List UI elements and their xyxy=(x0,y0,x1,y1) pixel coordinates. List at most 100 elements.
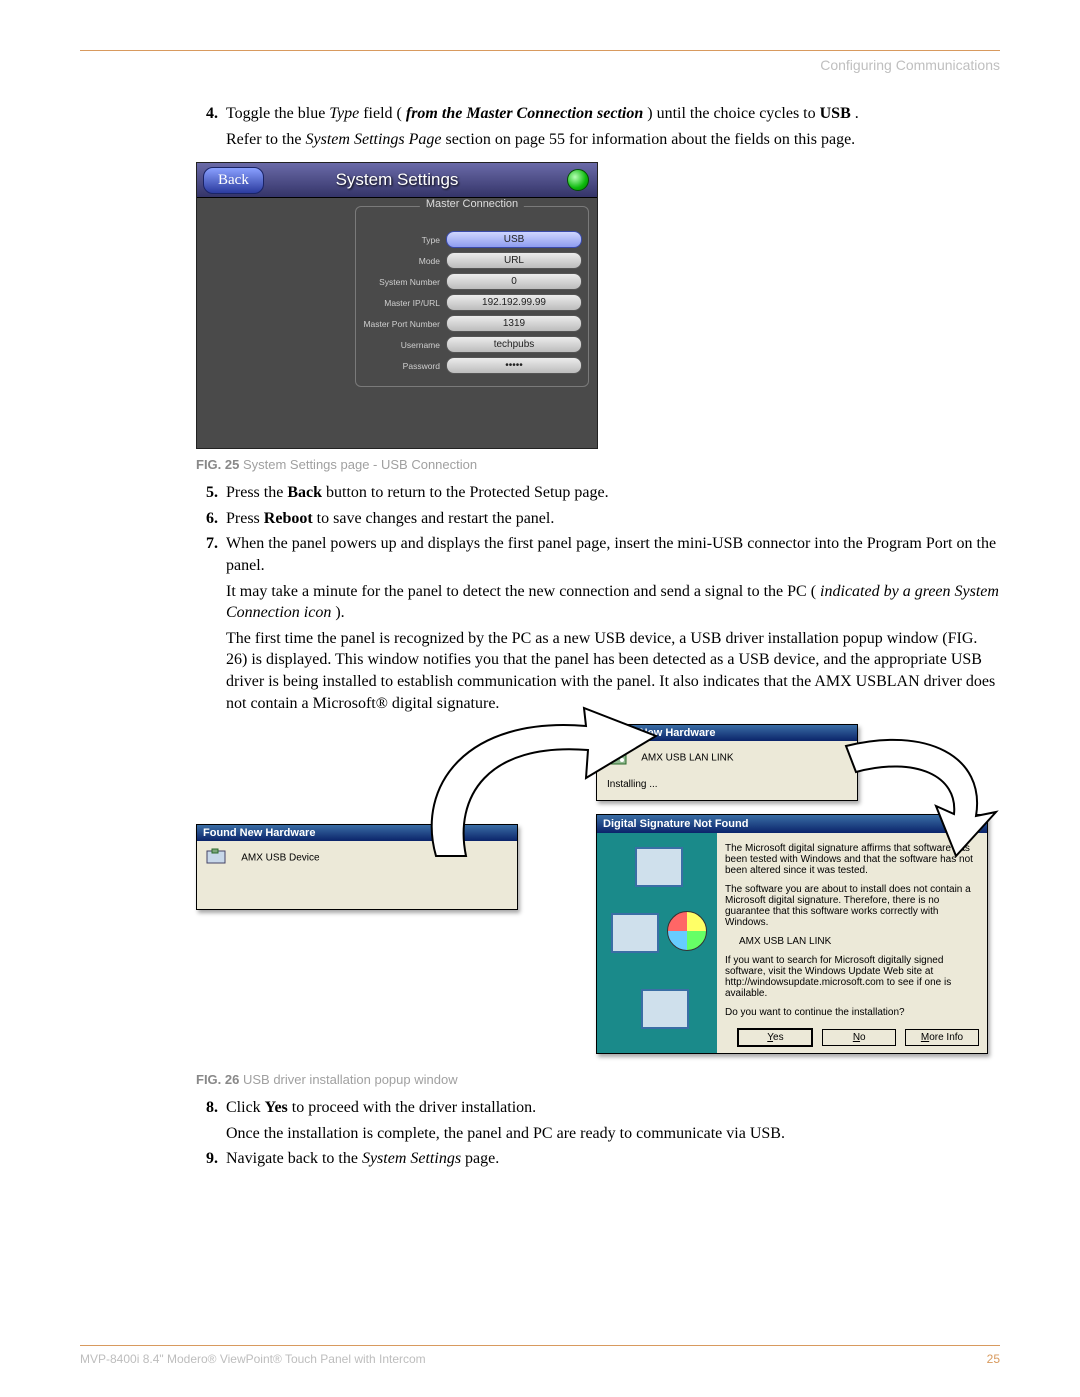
text: Refer to the xyxy=(226,131,306,148)
field-value[interactable]: 1319 xyxy=(446,315,582,332)
text: Once the installation is complete, the p… xyxy=(226,1123,1000,1145)
back-button[interactable]: Back xyxy=(203,167,264,194)
step-8: 8. Click Yes to proceed with the driver … xyxy=(190,1097,1000,1144)
dialog-text: If you want to search for Microsoft digi… xyxy=(725,955,979,999)
text: Type xyxy=(329,105,359,122)
step-number: 9. xyxy=(190,1148,226,1170)
text: Navigate back to the xyxy=(226,1150,362,1167)
step-number: 8. xyxy=(190,1097,226,1144)
field-row: ModeURL xyxy=(362,252,582,269)
status-text: Installing ... xyxy=(607,779,849,790)
more-info-button[interactable]: MMore Infoore Info xyxy=(905,1029,979,1046)
field-row: System Number0 xyxy=(362,273,582,290)
field-row: Master Port Number1319 xyxy=(362,315,582,332)
field-label: Mode xyxy=(362,256,446,266)
text: Back xyxy=(287,484,322,501)
field-row: Usernametechpubs xyxy=(362,336,582,353)
text: System Settings xyxy=(362,1150,461,1167)
title-text: Digital Signature Not Found xyxy=(603,818,748,830)
master-connection-group: Master Connection TypeUSBModeURLSystem N… xyxy=(355,206,589,387)
connection-status-icon xyxy=(567,169,589,191)
field-row: Master IP/URL192.192.99.99 xyxy=(362,294,582,311)
found-new-hardware-tooltip-2: Found New Hardware AMX USB Device xyxy=(196,824,518,910)
no-button[interactable]: NNoo xyxy=(822,1029,896,1046)
system-settings-panel: Back System Settings Master Connection T… xyxy=(196,162,598,449)
hardware-icon xyxy=(205,847,231,869)
figure-25: Back System Settings Master Connection T… xyxy=(196,162,596,449)
field-label: Password xyxy=(362,361,446,371)
device-name: AMX USB LAN LINK xyxy=(641,753,733,764)
caption-text: System Settings page - USB Connection xyxy=(239,457,477,472)
page-footer: MVP-8400i 8.4" Modero® ViewPoint® Touch … xyxy=(80,1345,1000,1366)
text: . xyxy=(855,105,859,122)
text: It may take a minute for the panel to de… xyxy=(226,583,816,600)
text: ). xyxy=(335,604,344,621)
field-label: Master IP/URL xyxy=(362,298,446,308)
window-title: Found New Hardware xyxy=(197,825,517,841)
field-value[interactable]: ••••• xyxy=(446,357,582,374)
dialog-text: The software you are about to install do… xyxy=(725,884,979,928)
text: button to return to the Protected Setup … xyxy=(326,484,609,501)
group-legend: Master Connection xyxy=(420,198,524,210)
step-9: 9. Navigate back to the System Settings … xyxy=(190,1148,1000,1170)
field-value[interactable]: 0 xyxy=(446,273,582,290)
step-number: 5. xyxy=(190,482,226,504)
footer-text: MVP-8400i 8.4" Modero® ViewPoint® Touch … xyxy=(80,1352,426,1366)
panel-titlebar: Back System Settings xyxy=(197,163,597,198)
page-number: 25 xyxy=(987,1352,1000,1366)
close-icon[interactable]: × xyxy=(965,817,981,831)
figure-26-caption: FIG. 26 USB driver installation popup wi… xyxy=(196,1072,1000,1087)
text: System Settings Page xyxy=(306,131,442,148)
step-7: 7. When the panel powers up and displays… xyxy=(190,533,1000,714)
yes-button[interactable]: YYeses xyxy=(737,1028,813,1047)
text: field ( xyxy=(363,105,402,122)
step-5: 5. Press the Back button to return to th… xyxy=(190,482,1000,504)
dialog-text: Do you want to continue the installation… xyxy=(725,1007,979,1018)
field-label: Username xyxy=(362,340,446,350)
field-value[interactable]: techpubs xyxy=(446,336,582,353)
text: Press xyxy=(226,510,264,527)
text: Toggle the blue xyxy=(226,105,329,122)
field-label: System Number xyxy=(362,277,446,287)
field-label: Type xyxy=(362,235,446,245)
text: The first time the panel is recognized b… xyxy=(226,628,1000,714)
field-value[interactable]: URL xyxy=(446,252,582,269)
caption-text: USB driver installation popup window xyxy=(239,1072,457,1087)
figure-number: FIG. 26 xyxy=(196,1072,239,1087)
step-6: 6. Press Reboot to save changes and rest… xyxy=(190,508,1000,530)
text: to proceed with the driver installation. xyxy=(292,1099,536,1116)
title-text: Found New Hardware xyxy=(603,727,715,739)
text: to save changes and restart the panel. xyxy=(317,510,555,527)
text: Yes xyxy=(265,1099,288,1116)
section-header: Configuring Communications xyxy=(80,57,1000,73)
figure-number: FIG. 25 xyxy=(196,457,239,472)
window-title: Digital Signature Not Found × xyxy=(597,815,987,833)
text: Click xyxy=(226,1099,265,1116)
field-value[interactable]: USB xyxy=(446,231,582,248)
window-title: Found New Hardware xyxy=(597,725,857,741)
step-number: 7. xyxy=(190,533,226,714)
text: Reboot xyxy=(264,510,313,527)
dialog-text: AMX USB LAN LINK xyxy=(739,936,979,947)
text: ) until the choice cycles to xyxy=(647,105,819,122)
title-text: Found New Hardware xyxy=(203,827,315,839)
field-row: Password••••• xyxy=(362,357,582,374)
field-label: Master Port Number xyxy=(362,319,446,329)
text: Press the xyxy=(226,484,287,501)
dialog-text: The Microsoft digital signature affirms … xyxy=(725,843,979,876)
figure-26: Found New Hardware AMX USB LAN LINK Inst… xyxy=(196,724,986,1064)
step-number: 6. xyxy=(190,508,226,530)
figure-25-caption: FIG. 25 System Settings page - USB Conne… xyxy=(196,457,1000,472)
field-row: TypeUSB xyxy=(362,231,582,248)
text: page. xyxy=(465,1150,499,1167)
dialog-graphic xyxy=(597,833,717,1053)
text: from the Master Connection section xyxy=(406,105,643,122)
text: USB xyxy=(820,105,851,122)
text: section on page 55 for information about… xyxy=(446,131,856,148)
device-name: AMX USB Device xyxy=(241,853,319,864)
field-value[interactable]: 192.192.99.99 xyxy=(446,294,582,311)
text: When the panel powers up and displays th… xyxy=(226,535,996,574)
step-4: 4. Toggle the blue Type field ( from the… xyxy=(190,103,1000,150)
found-new-hardware-tooltip-1: Found New Hardware AMX USB LAN LINK Inst… xyxy=(596,724,858,801)
digital-signature-dialog: Digital Signature Not Found × The Micros… xyxy=(596,814,988,1054)
